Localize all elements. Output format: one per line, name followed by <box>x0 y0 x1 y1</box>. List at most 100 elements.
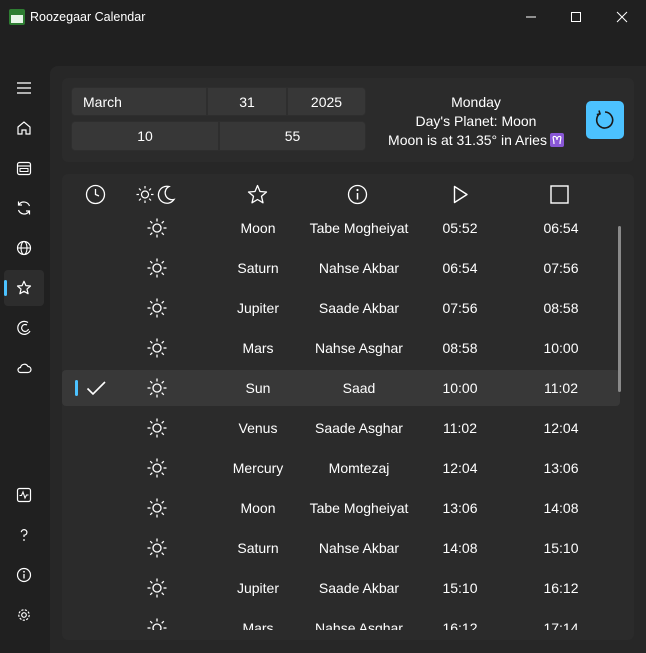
nav-weather[interactable] <box>4 350 44 386</box>
quality-cell: Tabe Mogheiyat <box>309 220 409 236</box>
quality-cell: Nahse Asghar <box>315 340 403 356</box>
table-row[interactable]: Sun Saad 10:00 11:02 <box>62 370 620 406</box>
quality-cell: Nahse Akbar <box>318 540 400 556</box>
nav-calendar[interactable] <box>4 150 44 186</box>
sun-icon <box>146 290 168 326</box>
sun-icon <box>146 210 168 246</box>
table-row[interactable]: Jupiter Saade Akbar 07:56 08:58 <box>62 290 620 326</box>
table-row[interactable]: Mars Nahse Asghar 08:58 10:00 <box>62 330 620 366</box>
sun-icon <box>146 370 168 406</box>
menu-button[interactable] <box>4 70 44 106</box>
end-time-cell: 06:54 <box>543 220 579 236</box>
table-row[interactable]: Venus Saade Asghar 11:02 12:04 <box>62 410 620 446</box>
start-time-cell: 10:00 <box>442 380 478 396</box>
title-bar: Roozegaar Calendar <box>0 0 646 34</box>
end-time-cell: 13:06 <box>543 460 579 476</box>
nav-about[interactable] <box>4 557 44 593</box>
nav-globe[interactable] <box>4 230 44 266</box>
menu-icon <box>17 82 31 94</box>
sun-icon <box>146 330 168 366</box>
globe-icon <box>16 240 32 256</box>
star-icon <box>247 184 268 204</box>
start-time-cell: 15:10 <box>442 580 478 596</box>
nav-pulse[interactable] <box>4 477 44 513</box>
sun-moon-icon <box>136 185 176 204</box>
planet-cell: Moon <box>240 500 276 516</box>
start-time-cell: 06:54 <box>442 260 478 276</box>
scrollbar[interactable] <box>618 226 621 392</box>
start-time-cell: 12:04 <box>442 460 478 476</box>
day-picker[interactable]: 31 <box>207 87 287 116</box>
planet-cell: Jupiter <box>236 580 280 596</box>
planet-cell: Mars <box>242 620 274 630</box>
minute-picker[interactable]: 55 <box>219 121 366 151</box>
info-icon <box>347 184 368 205</box>
hour-picker[interactable]: 10 <box>71 121 219 151</box>
settings-icon <box>18 609 30 621</box>
table-row[interactable]: Jupiter Saade Akbar 15:10 16:12 <box>62 570 620 606</box>
end-time-cell: 10:00 <box>543 340 579 356</box>
end-time-cell: 12:04 <box>543 420 579 436</box>
sun-icon <box>146 410 168 446</box>
day-planet-label: Day's Planet: Moon <box>415 113 537 129</box>
cloud-icon <box>17 363 32 374</box>
planet-cell: Saturn <box>237 260 279 276</box>
month-picker[interactable]: March <box>71 87 207 116</box>
quality-cell: Saade Akbar <box>318 580 400 596</box>
aries-sign-icon <box>549 133 564 147</box>
start-time-cell: 08:58 <box>442 340 478 356</box>
nav-sync[interactable] <box>4 190 44 226</box>
sun-icon <box>146 450 168 486</box>
quality-cell: Saade Akbar <box>318 300 400 316</box>
home-icon <box>17 121 31 135</box>
moon-icon <box>17 320 31 335</box>
end-time-cell: 16:12 <box>543 580 579 596</box>
close-icon <box>616 11 628 23</box>
close-button[interactable] <box>599 0 645 34</box>
nav-help[interactable] <box>4 517 44 553</box>
sun-icon <box>146 570 168 606</box>
planet-cell: Saturn <box>237 540 279 556</box>
table-row[interactable]: Saturn Nahse Akbar 14:08 15:10 <box>62 530 620 566</box>
start-time-cell: 13:06 <box>442 500 478 516</box>
quality-cell: Saade Asghar <box>315 420 403 436</box>
star-icon <box>16 280 32 295</box>
planet-cell: Sun <box>245 380 271 396</box>
nav-planetary-hours[interactable] <box>4 270 44 306</box>
nav-moon[interactable] <box>4 310 44 346</box>
sun-icon <box>146 530 168 566</box>
table-row[interactable]: Moon Tabe Mogheiyat 13:06 14:08 <box>62 490 620 526</box>
table-row[interactable]: Saturn Nahse Akbar 06:54 07:56 <box>62 250 620 286</box>
navigation-rail <box>0 66 48 653</box>
quality-cell: Tabe Mogheiyat <box>309 500 409 516</box>
refresh-icon <box>595 110 614 129</box>
sync-icon <box>17 201 31 215</box>
planetary-hours-list: Moon Tabe Mogheiyat 05:52 06:54 Saturn Nahse … <box>62 210 622 630</box>
planet-cell: Mercury <box>232 460 284 476</box>
minimize-icon <box>526 16 536 18</box>
maximize-button[interactable] <box>553 0 599 34</box>
pulse-icon <box>16 487 32 503</box>
sun-icon <box>146 490 168 526</box>
table-row[interactable]: Mercury Momtezaj 12:04 13:06 <box>62 450 620 486</box>
moon-position-row: Moon is at 31.35° in Aries <box>370 132 582 148</box>
table-row[interactable]: Mars Nahse Asghar 16:12 17:14 <box>62 610 620 630</box>
planet-cell: Jupiter <box>236 300 280 316</box>
nav-settings[interactable] <box>4 597 44 633</box>
quality-cell: Saad <box>342 380 376 396</box>
start-time-cell: 05:52 <box>442 220 478 236</box>
nav-home[interactable] <box>4 110 44 146</box>
maximize-icon <box>571 12 581 22</box>
minimize-button[interactable] <box>508 0 554 34</box>
end-time-cell: 11:02 <box>544 380 578 396</box>
start-time-cell: 07:56 <box>442 300 478 316</box>
refresh-button[interactable] <box>586 101 624 139</box>
year-picker[interactable]: 2025 <box>287 87 366 116</box>
quality-cell: Momtezaj <box>328 460 390 476</box>
end-time-cell: 17:14 <box>543 620 579 630</box>
app-calendar-icon <box>9 9 25 25</box>
play-icon <box>453 185 468 204</box>
info-icon <box>16 567 32 583</box>
table-row[interactable]: Moon Tabe Mogheiyat 05:52 06:54 <box>62 210 620 246</box>
end-time-cell: 14:08 <box>543 500 579 516</box>
